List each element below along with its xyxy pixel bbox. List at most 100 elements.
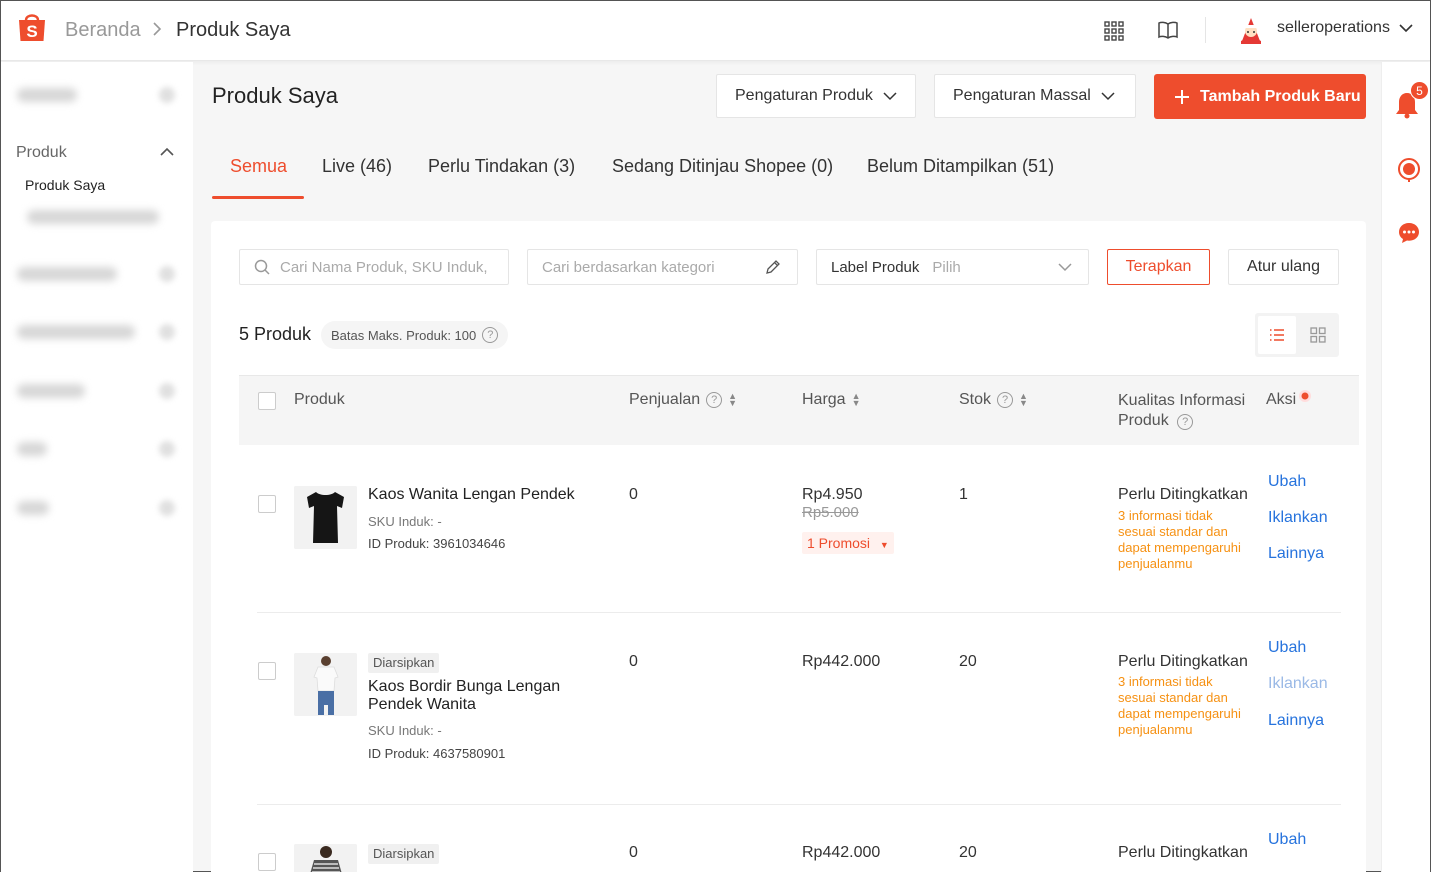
sidebar-item-blurred[interactable]	[17, 384, 85, 398]
price-value: Rp4.950	[802, 486, 863, 503]
column-actions: Aksi	[1266, 390, 1312, 409]
tab-semua[interactable]: Semua	[230, 156, 287, 177]
help-icon[interactable]: ?	[482, 327, 499, 343]
product-name[interactable]: Kaos Bordir Bunga Lengan Pendek Wanita	[368, 678, 608, 714]
product-sku: SKU Induk: -	[368, 723, 442, 738]
column-quality-label-1: Kualitas Informasi	[1118, 392, 1246, 409]
pencil-icon[interactable]	[765, 259, 781, 275]
row-checkbox[interactable]	[258, 662, 276, 680]
chevron-down-icon[interactable]	[1399, 23, 1413, 33]
column-stock[interactable]: Stok ? ▲ ▼	[959, 391, 1028, 409]
search-placeholder: Cari Nama Produk, SKU Induk,	[280, 258, 488, 276]
column-price[interactable]: Harga ▲ ▼	[802, 391, 861, 409]
product-count: 5 Produk	[239, 324, 312, 344]
mass-settings-button[interactable]: Pengaturan Massal	[934, 74, 1136, 118]
column-product: Produk	[294, 391, 345, 409]
product-id: ID Produk: 4637580901	[368, 746, 506, 761]
category-input[interactable]: Cari berdasarkan kategori	[527, 249, 798, 285]
apps-grid-icon[interactable]	[1104, 21, 1124, 41]
stock-value: 1	[959, 486, 968, 503]
column-sales-label: Penjualan	[629, 391, 701, 408]
sales-value: 0	[629, 486, 638, 503]
grid-view-button[interactable]	[1299, 316, 1337, 354]
reset-button[interactable]: Atur ulang	[1228, 249, 1339, 285]
sort-icon[interactable]: ▲ ▼	[728, 392, 737, 408]
sort-icon[interactable]: ▲ ▼	[852, 392, 861, 408]
row-divider	[257, 612, 1341, 613]
quality-status: Perlu Ditingkatkan	[1118, 844, 1248, 861]
support-icon[interactable]	[1397, 157, 1421, 183]
sidebar-item-blurred[interactable]	[17, 501, 49, 515]
chat-icon[interactable]	[1397, 221, 1421, 245]
select-all-checkbox[interactable]	[258, 392, 276, 410]
product-limit-badge: Batas Maks. Produk: 100 ?	[321, 321, 509, 349]
label-select[interactable]: Label Produk Pilih	[816, 249, 1089, 285]
red-dot-icon	[1299, 390, 1312, 402]
plus-icon	[1175, 89, 1189, 104]
more-link[interactable]: Lainnya	[1268, 712, 1324, 730]
help-icon[interactable]: ?	[1177, 414, 1194, 430]
promo-badge[interactable]: 1 Promosi ▼	[802, 532, 894, 554]
help-icon[interactable]: ?	[706, 392, 723, 408]
shopee-logo-icon[interactable]: S	[17, 11, 47, 43]
product-thumbnail[interactable]	[294, 486, 357, 549]
breadcrumb-home[interactable]: Beranda	[65, 19, 141, 42]
sidebar-item-blurred[interactable]	[17, 267, 117, 281]
sort-icon[interactable]: ▲ ▼	[1019, 392, 1028, 408]
row-divider	[257, 804, 1341, 805]
chevron-right-icon	[153, 22, 162, 36]
edit-link[interactable]: Ubah	[1268, 831, 1306, 849]
category-placeholder: Cari berdasarkan kategori	[542, 258, 715, 276]
chevron-up-icon[interactable]	[160, 147, 174, 157]
chevron-icon	[159, 266, 175, 282]
apply-button[interactable]: Terapkan	[1107, 249, 1210, 285]
more-link[interactable]: Lainnya	[1268, 545, 1324, 563]
help-icon[interactable]: ?	[997, 392, 1014, 408]
mass-settings-label: Pengaturan Massal	[953, 87, 1091, 104]
username[interactable]: selleroperations	[1277, 19, 1390, 37]
list-view-icon	[1270, 329, 1284, 341]
chevron-icon	[159, 324, 175, 340]
tab-sedang-ditinjau[interactable]: Sedang Ditinjau Shopee (0)	[612, 156, 833, 177]
advertise-link[interactable]: Iklankan	[1268, 509, 1328, 527]
sidebar-item-blurred[interactable]	[17, 88, 77, 102]
search-input[interactable]: Cari Nama Produk, SKU Induk,	[239, 249, 509, 285]
tab-belum-ditampilkan[interactable]: Belum Ditampilkan (51)	[867, 156, 1054, 177]
row-checkbox[interactable]	[258, 495, 276, 513]
quality-description: 3 informasi tidak sesuai standar dan dap…	[1118, 674, 1241, 737]
column-actions-label: Aksi	[1266, 391, 1297, 408]
product-settings-button[interactable]: Pengaturan Produk	[716, 74, 916, 118]
column-sales[interactable]: Penjualan ? ▲ ▼	[629, 391, 737, 409]
row-checkbox[interactable]	[258, 853, 276, 871]
quality-description: 3 informasi tidak sesuai standar dan dap…	[1118, 508, 1241, 571]
sidebar-item-blurred[interactable]	[17, 442, 47, 456]
edit-link[interactable]: Ubah	[1268, 639, 1306, 657]
avatar-icon[interactable]	[1236, 14, 1266, 44]
product-thumbnail[interactable]	[294, 653, 357, 716]
divider	[1205, 17, 1206, 43]
sidebar-item-blurred[interactable]	[17, 325, 135, 339]
sidebar-section-produk[interactable]: Produk	[16, 144, 67, 162]
tab-perlu-tindakan[interactable]: Perlu Tindakan (3)	[428, 156, 575, 177]
list-view-button[interactable]	[1258, 316, 1296, 354]
sidebar-item-produk-saya[interactable]: Produk Saya	[25, 177, 105, 193]
search-icon	[254, 259, 270, 275]
quality-status: Perlu Ditingkatkan	[1118, 653, 1248, 670]
book-icon[interactable]	[1158, 20, 1178, 40]
chevron-icon	[159, 383, 175, 399]
tab-live[interactable]: Live (46)	[322, 156, 392, 177]
promo-label: 1 Promosi	[807, 535, 871, 551]
label-select-placeholder: Pilih	[932, 258, 961, 276]
chevron-down-icon	[883, 92, 897, 101]
add-product-button[interactable]: Tambah Produk Baru	[1154, 74, 1366, 119]
sidebar-item-blurred[interactable]	[27, 210, 159, 224]
product-name[interactable]: Kaos Wanita Lengan Pendek	[368, 486, 608, 504]
quality-status: Perlu Ditingkatkan	[1118, 486, 1248, 503]
advertise-link: Iklankan	[1268, 675, 1328, 692]
edit-link[interactable]: Ubah	[1268, 473, 1306, 491]
chevron-down-icon	[1101, 92, 1115, 101]
column-price-label: Harga	[802, 391, 846, 408]
product-thumbnail[interactable]	[294, 844, 357, 872]
page-title: Produk Saya	[212, 83, 338, 108]
sales-value: 0	[629, 653, 638, 670]
